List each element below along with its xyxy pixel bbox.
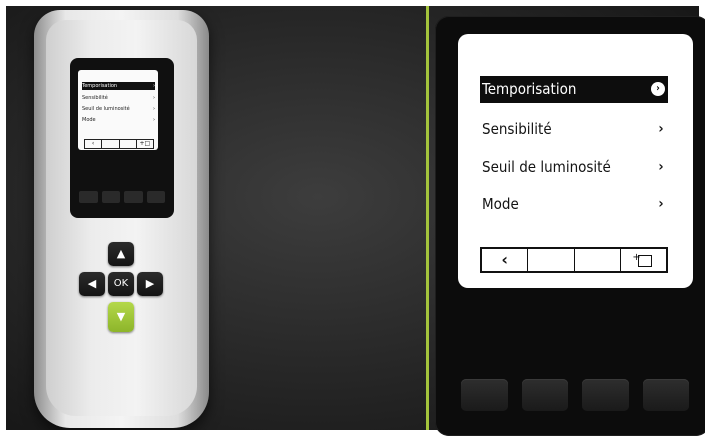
add-folder-button[interactable]: +	[621, 249, 666, 271]
menu-item-label: Sensibilité	[482, 120, 552, 138]
hardware-key-2[interactable]	[521, 379, 568, 411]
chevron-right-icon: ›	[153, 117, 155, 123]
menu-item-seuil-de-luminosite[interactable]: Seuil de luminosité ›	[480, 154, 668, 181]
chevron-right-icon: ›	[153, 83, 155, 89]
back-button[interactable]: ‹	[482, 249, 529, 271]
device-screen: Temporisation › Sensibilité › Seuil de l…	[458, 34, 693, 288]
remote-face: Temporisation › Sensibilité › Seuil de l…	[46, 20, 197, 416]
softkey-slot-2[interactable]	[528, 249, 575, 271]
remote-softkey-3[interactable]	[124, 191, 143, 203]
mini-menu-label: Mode	[82, 117, 96, 123]
back-arrow-icon: ‹	[501, 250, 508, 269]
mini-softkey-slot[interactable]	[120, 140, 137, 148]
mini-menu-item-mode[interactable]: Mode ›	[82, 116, 155, 124]
chevron-right-icon: ›	[153, 95, 155, 101]
chevron-right-icon: ›	[658, 159, 664, 175]
folder-box-icon	[638, 254, 653, 267]
remote-softkeys	[79, 191, 165, 203]
ok-button[interactable]: OK	[108, 272, 134, 296]
remote-display-bezel: Temporisation › Sensibilité › Seuil de l…	[70, 58, 174, 218]
remote-softkey-2[interactable]	[101, 191, 120, 203]
menu-item-sensibilite[interactable]: Sensibilité ›	[480, 116, 668, 143]
add-folder-icon: +	[632, 252, 654, 268]
remote-control: Temporisation › Sensibilité › Seuil de l…	[34, 10, 209, 428]
down-arrow-button[interactable]: ▼	[108, 302, 134, 332]
add-folder-icon[interactable]: +□	[137, 140, 153, 148]
mini-softkey-slot[interactable]	[102, 140, 120, 148]
menu-item-label: Seuil de luminosité	[482, 158, 611, 176]
mini-softkey-bar: ‹ +□	[84, 139, 154, 149]
remote-softkey-1[interactable]	[79, 191, 98, 203]
mini-menu-label: Seuil de luminosité	[82, 106, 130, 112]
chevron-right-icon: ›	[658, 121, 664, 137]
hardware-key-4[interactable]	[642, 379, 689, 411]
mini-menu-label: Temporisation	[82, 83, 118, 89]
remote-softkey-4[interactable]	[146, 191, 165, 203]
accent-divider	[426, 6, 429, 430]
softkey-bar: ‹ +	[480, 247, 668, 273]
up-arrow-button[interactable]: ▲	[108, 242, 134, 266]
right-arrow-button[interactable]: ▶	[137, 272, 163, 296]
chevron-right-icon: ›	[658, 196, 664, 212]
remote-mini-screen: Temporisation › Sensibilité › Seuil de l…	[78, 70, 158, 150]
menu-item-mode[interactable]: Mode ›	[480, 191, 668, 218]
menu-item-label: Mode	[482, 195, 519, 213]
chevron-right-icon: ›	[153, 106, 155, 112]
mini-menu-label: Sensibilité	[82, 95, 108, 101]
mini-menu-item-sensibilite[interactable]: Sensibilité ›	[82, 94, 155, 102]
hardware-key-3[interactable]	[582, 379, 629, 411]
softkey-slot-3[interactable]	[575, 249, 621, 271]
left-arrow-button[interactable]: ◀	[79, 272, 105, 296]
device-closeup: Temporisation › Sensibilité › Seuil de l…	[435, 16, 705, 436]
hardware-key-1[interactable]	[461, 379, 508, 411]
chevron-right-icon: ›	[651, 82, 665, 96]
menu-item-temporisation[interactable]: Temporisation ›	[480, 76, 668, 103]
mini-menu-item-seuil[interactable]: Seuil de luminosité ›	[82, 105, 155, 113]
mini-menu-item-temporisation[interactable]: Temporisation ›	[82, 82, 155, 90]
hardware-softkeys	[461, 379, 689, 411]
back-arrow-icon[interactable]: ‹	[85, 140, 103, 148]
menu-item-label: Temporisation	[482, 80, 577, 98]
